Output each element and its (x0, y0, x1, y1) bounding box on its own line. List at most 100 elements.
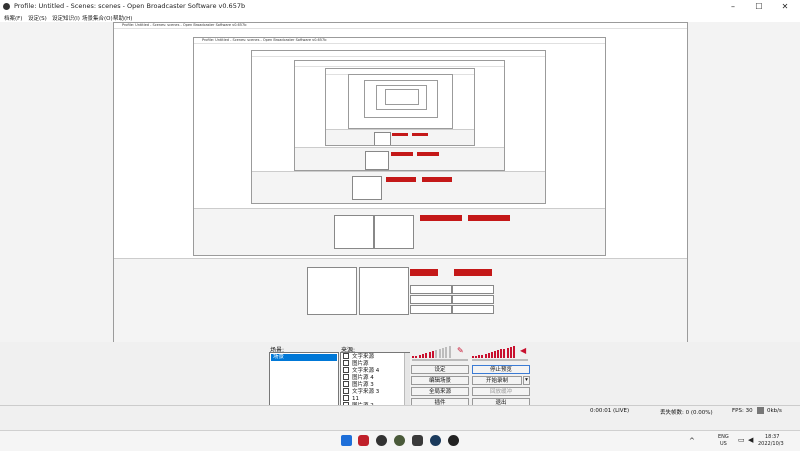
menu-scene-collection[interactable]: 场景集合(O) (82, 14, 113, 22)
dropped-frames: 丢失帧数: 0 (0.00%) (660, 410, 713, 416)
meter-bar (487, 352, 490, 358)
obs-icon[interactable] (448, 435, 459, 446)
mirror-dock (252, 171, 545, 203)
fps-readout: FPS: 30 (732, 408, 753, 414)
network-icon[interactable]: ▭ (738, 436, 745, 444)
source-checkbox[interactable] (343, 374, 349, 380)
title-bar: Profile: Untitled - Scenes: scenes - Ope… (0, 0, 800, 14)
source-item[interactable]: 文字来源 4 (343, 367, 379, 374)
clock-time[interactable]: 18:37 (765, 434, 779, 440)
meter-bar (490, 352, 493, 358)
source-checkbox[interactable] (343, 353, 349, 359)
mirror-frame-2: Profile: Untitled - Scenes: scenes - Ope… (193, 37, 606, 256)
sources-list[interactable]: 文字来源 图片源 文字来源 4 图片源 4 图片源 3 文字来源 3 11 图片… (340, 352, 410, 409)
global-sources-button[interactable]: 全局来源 (411, 387, 469, 396)
source-checkbox[interactable] (343, 395, 349, 401)
steam-icon[interactable] (430, 435, 441, 446)
mirror-dock (295, 147, 504, 170)
preview-area[interactable]: Profile: Untitled - Scenes: scenes - Ope… (0, 22, 800, 343)
mirror-dock (194, 208, 605, 255)
mirror-frame-title: Profile: Untitled - Scenes: scenes - Ope… (202, 38, 327, 42)
red-app-icon[interactable] (358, 435, 369, 446)
stop-preview-button[interactable]: 停止预览 (472, 365, 530, 374)
mirror-frame-8 (376, 85, 427, 110)
menu-bar: 档案(F) 设定(S) 设定知识(I) 场景集合(O) 帮助(H) (0, 13, 800, 22)
minimize-button[interactable]: – (720, 0, 746, 13)
clock-date[interactable]: 2022/10/3 (758, 441, 784, 447)
replay-buffer-button[interactable]: 回放缓冲 (472, 387, 530, 396)
scene-item-selected[interactable]: 场景 (271, 354, 337, 361)
meter-bar (425, 353, 428, 358)
settings-button[interactable]: 设定 (411, 365, 469, 374)
scenes-list[interactable]: 场景 (269, 352, 339, 407)
meter-bar (503, 348, 506, 358)
meter-bar (484, 353, 487, 358)
meter-bar (448, 346, 451, 358)
menu-file[interactable]: 档案(F) (4, 14, 22, 22)
mic-volume-slider[interactable] (412, 359, 468, 361)
meter-bar (435, 350, 438, 358)
source-item[interactable]: 文字来源 (343, 353, 374, 360)
app-icon-4[interactable] (412, 435, 423, 446)
app-icon-3[interactable] (394, 435, 405, 446)
source-checkbox[interactable] (343, 367, 349, 373)
meter-bar (418, 355, 421, 358)
source-checkbox[interactable] (343, 388, 349, 394)
meter-bar (412, 356, 414, 358)
speaker-icon[interactable]: ◀ (520, 346, 526, 355)
source-item[interactable]: 11 (343, 395, 359, 402)
source-item[interactable]: 图片源 3 (343, 381, 374, 388)
mic-icon[interactable]: ✎ (457, 346, 464, 355)
windows-start-icon[interactable] (341, 435, 352, 446)
meter-bar (512, 346, 515, 358)
meter-bar (506, 347, 509, 358)
meter-bar (415, 356, 418, 358)
desktop-volume-slider[interactable] (472, 359, 528, 361)
mirror-frame-4 (294, 60, 505, 171)
status-bar: 0:00:01 (LIVE) 丢失帧数: 0 (0.00%) FPS: 30 0… (0, 405, 800, 417)
meter-bar (500, 349, 503, 358)
start-recording-button[interactable]: 开始录制 (472, 376, 522, 385)
meter-bar (497, 350, 500, 358)
mirror-dock (326, 129, 474, 145)
language-top[interactable]: ENG (718, 434, 729, 440)
menu-knowledge[interactable]: 设定知识(I) (52, 14, 80, 22)
edit-scene-button[interactable]: 编辑场景 (411, 376, 469, 385)
language-bottom[interactable]: US (720, 441, 727, 447)
meter-bar (481, 354, 484, 358)
maximize-button[interactable]: ☐ (746, 0, 772, 13)
mic-level-meter (412, 346, 452, 358)
menu-settings[interactable]: 设定(S) (28, 14, 47, 22)
meter-bar (472, 356, 474, 358)
mirror-frame-7 (364, 80, 438, 118)
tray-chevron-icon[interactable]: ^ (689, 437, 695, 445)
recording-dropdown-button[interactable]: ▾ (523, 376, 530, 385)
menu-help[interactable]: 帮助(H) (113, 14, 132, 22)
meter-bar (494, 351, 496, 358)
mirror-frame-3 (251, 50, 546, 204)
bitrate-readout: 0kb/s (767, 408, 782, 414)
source-item[interactable]: 图片源 4 (343, 374, 374, 381)
meter-bar (445, 347, 448, 358)
mirror-frame-6 (348, 74, 453, 129)
meter-bar (509, 346, 512, 358)
meter-bar (438, 349, 441, 358)
meter-bar (478, 355, 481, 358)
mirror-frame-title: Profile: Untitled - Scenes: scenes - Ope… (122, 23, 247, 27)
close-button[interactable]: ✕ (772, 0, 798, 13)
bitrate-indicator (757, 407, 764, 414)
source-checkbox[interactable] (343, 360, 349, 366)
window-title: Profile: Untitled - Scenes: scenes - Ope… (14, 2, 246, 10)
taskbar: ^ ENG US ▭ ◀ 18:37 2022/10/3 (0, 430, 800, 451)
source-item[interactable]: 文字来源 3 (343, 388, 379, 395)
volume-icon[interactable]: ◀ (748, 436, 753, 444)
source-item[interactable]: 图片源 (343, 360, 369, 367)
mirror-frame-1: Profile: Untitled - Scenes: scenes - Ope… (113, 22, 688, 343)
sources-scrollbar[interactable] (404, 353, 410, 408)
desktop-level-meter (472, 346, 516, 358)
meter-bar (422, 354, 424, 358)
obs-taskbar-icon[interactable] (376, 435, 387, 446)
mirror-frame-9 (385, 89, 419, 105)
source-checkbox[interactable] (343, 381, 349, 387)
meter-bar (428, 352, 431, 358)
